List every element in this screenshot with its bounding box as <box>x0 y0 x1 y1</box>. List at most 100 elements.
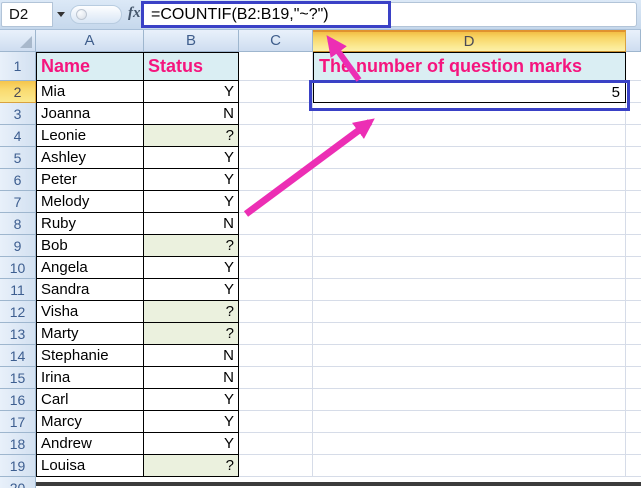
cell-A18[interactable]: Andrew <box>36 433 144 455</box>
row-header-16[interactable]: 16 <box>0 389 36 411</box>
cell-B2[interactable]: Y <box>144 81 239 103</box>
row-header-13[interactable]: 13 <box>0 323 36 345</box>
cell-E15[interactable] <box>626 367 641 389</box>
row-header-4[interactable]: 4 <box>0 125 36 147</box>
cell-D1[interactable]: The number of question marks <box>313 52 626 81</box>
cell-D7[interactable] <box>313 191 626 213</box>
cell-B17[interactable]: Y <box>144 411 239 433</box>
cell-D19[interactable] <box>313 455 626 477</box>
row-header-7[interactable]: 7 <box>0 191 36 213</box>
cell-B13[interactable]: ? <box>144 323 239 345</box>
cell-D6[interactable] <box>313 169 626 191</box>
cell-D8[interactable] <box>313 213 626 235</box>
cell-B9[interactable]: ? <box>144 235 239 257</box>
cell-C3[interactable] <box>239 103 313 125</box>
cell-D18[interactable] <box>313 433 626 455</box>
cell-C4[interactable] <box>239 125 313 147</box>
cell-C13[interactable] <box>239 323 313 345</box>
cell-C17[interactable] <box>239 411 313 433</box>
row-header-8[interactable]: 8 <box>0 213 36 235</box>
cell-C6[interactable] <box>239 169 313 191</box>
cell-E4[interactable] <box>626 125 641 147</box>
cell-A5[interactable]: Ashley <box>36 147 144 169</box>
cell-C10[interactable] <box>239 257 313 279</box>
row-header-14[interactable]: 14 <box>0 345 36 367</box>
row-header-18[interactable]: 18 <box>0 433 36 455</box>
cell-B10[interactable]: Y <box>144 257 239 279</box>
cell-E13[interactable] <box>626 323 641 345</box>
cell-A1[interactable]: Name <box>36 52 144 81</box>
cell-C19[interactable] <box>239 455 313 477</box>
insert-function-icon[interactable]: fx <box>128 5 141 22</box>
cell-D17[interactable] <box>313 411 626 433</box>
cell-A13[interactable]: Marty <box>36 323 144 345</box>
cell-B15[interactable]: N <box>144 367 239 389</box>
column-header-partial[interactable] <box>626 30 641 52</box>
cell-E14[interactable] <box>626 345 641 367</box>
cell-C2[interactable] <box>239 81 313 103</box>
row-header-1[interactable]: 1 <box>0 52 36 81</box>
cell-A8[interactable]: Ruby <box>36 213 144 235</box>
row-header-15[interactable]: 15 <box>0 367 36 389</box>
cell-B11[interactable]: Y <box>144 279 239 301</box>
row-header-3[interactable]: 3 <box>0 103 36 125</box>
cell-C12[interactable] <box>239 301 313 323</box>
cell-C15[interactable] <box>239 367 313 389</box>
row-header-5[interactable]: 5 <box>0 147 36 169</box>
cell-E12[interactable] <box>626 301 641 323</box>
cell-D13[interactable] <box>313 323 626 345</box>
cell-C5[interactable] <box>239 147 313 169</box>
cell-E18[interactable] <box>626 433 641 455</box>
cell-C14[interactable] <box>239 345 313 367</box>
cell-C1[interactable] <box>239 52 313 81</box>
cell-D15[interactable] <box>313 367 626 389</box>
column-header-D[interactable]: D <box>313 30 626 52</box>
cell-A10[interactable]: Angela <box>36 257 144 279</box>
cell-A14[interactable]: Stephanie <box>36 345 144 367</box>
cell-E16[interactable] <box>626 389 641 411</box>
cell-E7[interactable] <box>626 191 641 213</box>
row-header-6[interactable]: 6 <box>0 169 36 191</box>
cell-A9[interactable]: Bob <box>36 235 144 257</box>
cell-B1[interactable]: Status <box>144 52 239 81</box>
cell-C18[interactable] <box>239 433 313 455</box>
row-header-17[interactable]: 17 <box>0 411 36 433</box>
cell-B14[interactable]: N <box>144 345 239 367</box>
cell-A11[interactable]: Sandra <box>36 279 144 301</box>
cell-B8[interactable]: N <box>144 213 239 235</box>
cell-C9[interactable] <box>239 235 313 257</box>
cell-D5[interactable] <box>313 147 626 169</box>
cell-E9[interactable] <box>626 235 641 257</box>
cell-B18[interactable]: Y <box>144 433 239 455</box>
column-header-A[interactable]: A <box>36 30 144 52</box>
row-header-19[interactable]: 19 <box>0 455 36 477</box>
row-header-10[interactable]: 10 <box>0 257 36 279</box>
cell-A19[interactable]: Louisa <box>36 455 144 477</box>
cell-B5[interactable]: Y <box>144 147 239 169</box>
cell-B19[interactable]: ? <box>144 455 239 477</box>
name-box-dropdown-icon[interactable] <box>57 12 65 17</box>
cell-D16[interactable] <box>313 389 626 411</box>
cell-A2[interactable]: Mia <box>36 81 144 103</box>
cell-A17[interactable]: Marcy <box>36 411 144 433</box>
cell-E8[interactable] <box>626 213 641 235</box>
name-box[interactable]: D2 <box>1 2 53 27</box>
cell-D9[interactable] <box>313 235 626 257</box>
row-header-11[interactable]: 11 <box>0 279 36 301</box>
cell-B3[interactable]: N <box>144 103 239 125</box>
cell-D10[interactable] <box>313 257 626 279</box>
cell-C8[interactable] <box>239 213 313 235</box>
cell-E17[interactable] <box>626 411 641 433</box>
cell-B7[interactable]: Y <box>144 191 239 213</box>
cell-E19[interactable] <box>626 455 641 477</box>
column-header-B[interactable]: B <box>144 30 239 52</box>
cell-D11[interactable] <box>313 279 626 301</box>
cell-A15[interactable]: Irina <box>36 367 144 389</box>
cell-A6[interactable]: Peter <box>36 169 144 191</box>
cell-E1[interactable] <box>626 52 641 81</box>
cell-C16[interactable] <box>239 389 313 411</box>
row-header-12[interactable]: 12 <box>0 301 36 323</box>
cell-D4[interactable] <box>313 125 626 147</box>
cell-C7[interactable] <box>239 191 313 213</box>
cell-B12[interactable]: ? <box>144 301 239 323</box>
